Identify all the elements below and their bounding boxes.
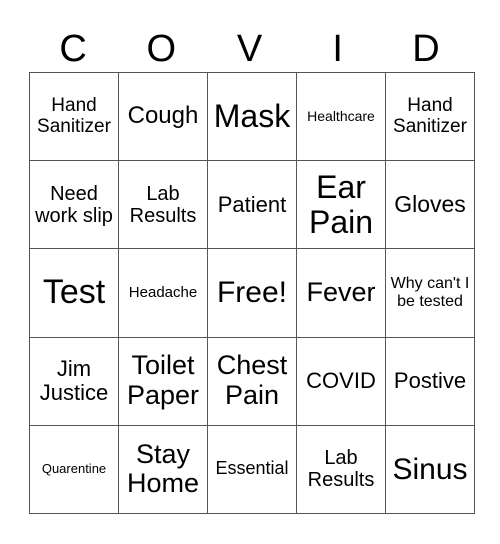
bingo-cell[interactable]: Hand Sanitizer (29, 71, 119, 162)
bingo-cell[interactable]: Quarentine (29, 424, 119, 515)
bingo-cell[interactable]: Toilet Paper (118, 336, 208, 426)
bingo-cell[interactable]: Patient (207, 160, 297, 250)
bingo-cell[interactable]: COVID (296, 336, 386, 426)
bingo-cell[interactable]: Why can't I be tested (385, 248, 475, 338)
bingo-cell[interactable]: Sinus (385, 424, 475, 515)
bingo-cell[interactable]: Stay Home (118, 424, 208, 515)
bingo-row: Jim Justice Toilet Paper Chest Pain COVI… (29, 336, 475, 426)
header-letter-o: O (146, 28, 177, 70)
header-letter-i: I (332, 28, 343, 70)
bingo-cell[interactable]: Test (29, 248, 119, 338)
bingo-cell[interactable]: Postive (385, 336, 475, 426)
bingo-cell[interactable]: Gloves (385, 160, 475, 250)
bingo-cell[interactable]: Chest Pain (207, 336, 297, 426)
bingo-cell[interactable]: Free! (207, 248, 297, 338)
bingo-grid: Hand Sanitizer Cough Mask Healthcare Han… (29, 71, 475, 515)
bingo-cell[interactable]: Need work slip (29, 160, 119, 250)
bingo-cell[interactable]: Mask (207, 71, 297, 162)
bingo-cell[interactable]: Cough (118, 71, 208, 162)
bingo-cell[interactable]: Jim Justice (29, 336, 119, 426)
header-letter-c: C (59, 28, 87, 70)
bingo-row: Quarentine Stay Home Essential Lab Resul… (29, 424, 475, 515)
bingo-header: C O V I D (29, 26, 470, 72)
bingo-row: Test Headache Free! Fever Why can't I be… (29, 248, 475, 338)
bingo-cell[interactable]: Ear Pain (296, 160, 386, 250)
bingo-row: Need work slip Lab Results Patient Ear P… (29, 160, 475, 250)
bingo-cell[interactable]: Fever (296, 248, 386, 338)
bingo-row: Hand Sanitizer Cough Mask Healthcare Han… (29, 71, 475, 162)
header-letter-d: D (412, 28, 440, 70)
bingo-cell[interactable]: Lab Results (118, 160, 208, 250)
bingo-cell[interactable]: Healthcare (296, 71, 386, 162)
bingo-cell[interactable]: Headache (118, 248, 208, 338)
bingo-cell[interactable]: Essential (207, 424, 297, 515)
bingo-cell[interactable]: Hand Sanitizer (385, 71, 475, 162)
header-letter-v: V (236, 28, 263, 70)
bingo-cell[interactable]: Lab Results (296, 424, 386, 515)
